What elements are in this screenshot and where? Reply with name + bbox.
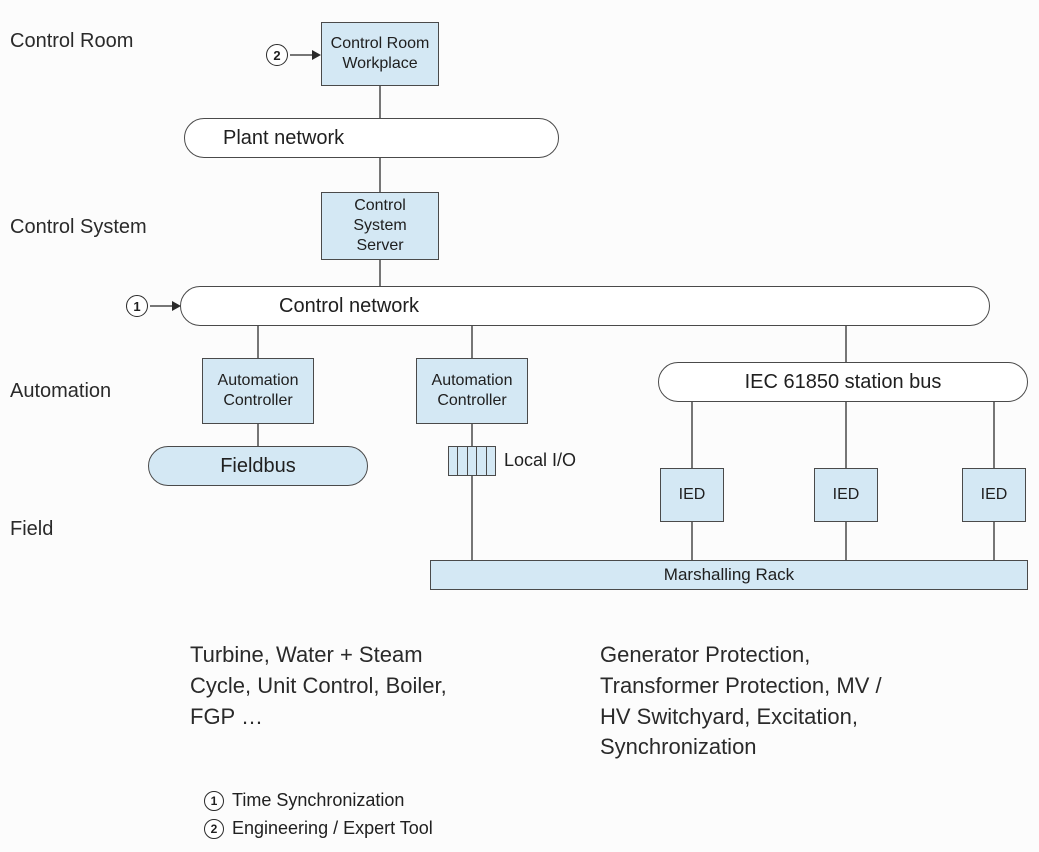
diagram-stage: Control Room Control System Automation F…: [0, 0, 1039, 852]
box-label: IED: [981, 485, 1008, 505]
legend-1-text: Time Synchronization: [232, 790, 404, 811]
row-label-control-room: Control Room: [10, 30, 133, 53]
marker-1-num: 1: [133, 299, 140, 314]
pill-iec-station-bus: IEC 61850 station bus: [658, 362, 1028, 402]
legend-marker-1: 1: [204, 791, 224, 811]
box-label: Control Room Workplace: [328, 34, 432, 74]
note-right: Generator Protection, Transformer Protec…: [600, 640, 900, 763]
legend-marker-2-num: 2: [211, 822, 218, 836]
box-ied-1: IED: [660, 468, 724, 522]
box-ied-2: IED: [814, 468, 878, 522]
pill-fieldbus: Fieldbus: [148, 446, 368, 486]
legend-2-text: Engineering / Expert Tool: [232, 818, 433, 839]
legend-1: 1 Time Synchronization: [204, 790, 404, 811]
pill-label: Plant network: [223, 127, 344, 150]
box-label: Marshalling Rack: [664, 564, 794, 585]
box-label: IED: [679, 485, 706, 505]
arrow-icon: [312, 50, 321, 60]
pill-label: Fieldbus: [220, 455, 296, 478]
box-ied-3: IED: [962, 468, 1026, 522]
legend-marker-1-num: 1: [211, 794, 218, 808]
pill-label: IEC 61850 station bus: [745, 371, 942, 394]
box-label: Automation Controller: [423, 371, 521, 411]
box-automation-controller-1: Automation Controller: [202, 358, 314, 424]
marker-2: 2: [266, 44, 288, 66]
row-label-field: Field: [10, 518, 53, 541]
pill-control-network: Control network: [180, 286, 990, 326]
box-automation-controller-2: Automation Controller: [416, 358, 528, 424]
label-local-io: Local I/O: [504, 450, 576, 471]
arrow-icon: [172, 301, 181, 311]
box-control-system-server: Control System Server: [321, 192, 439, 260]
row-label-control-system: Control System: [10, 216, 147, 239]
box-marshalling-rack: Marshalling Rack: [430, 560, 1028, 590]
legend-2: 2 Engineering / Expert Tool: [204, 818, 433, 839]
marker-2-num: 2: [273, 48, 280, 63]
pill-plant-network: Plant network: [184, 118, 559, 158]
legend-marker-2: 2: [204, 819, 224, 839]
local-io-block: [448, 446, 496, 476]
box-label: Automation Controller: [209, 371, 307, 411]
pill-label: Control network: [279, 295, 419, 318]
box-control-room-workplace: Control Room Workplace: [321, 22, 439, 86]
marker-1: 1: [126, 295, 148, 317]
box-label: IED: [833, 485, 860, 505]
note-left: Turbine, Water + Steam Cycle, Unit Contr…: [190, 640, 450, 732]
box-label: Control System Server: [328, 196, 432, 256]
row-label-automation: Automation: [10, 380, 111, 403]
